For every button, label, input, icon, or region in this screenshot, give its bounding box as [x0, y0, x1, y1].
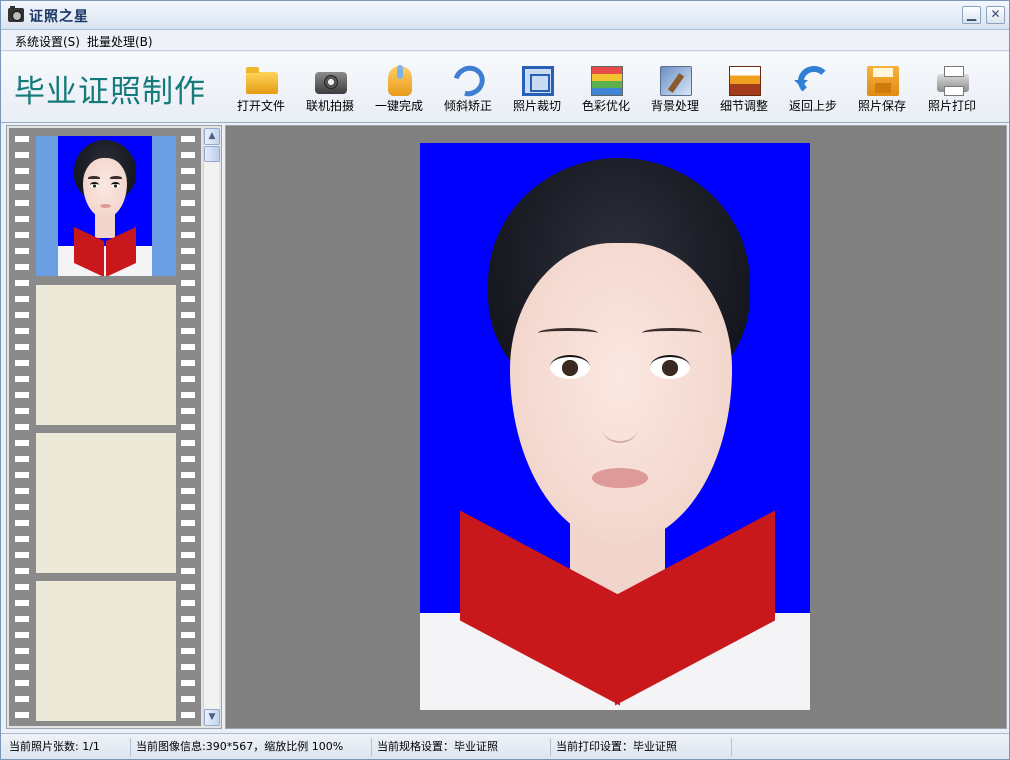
- lips: [592, 468, 648, 488]
- toolbar: 毕业证照制作 打开文件 联机拍摄 一键完成 倾斜矫正 照片裁切 色彩优化 背景处…: [1, 52, 1009, 123]
- histogram-icon: [729, 66, 761, 96]
- tool-label: 返回上步: [788, 99, 837, 113]
- save-photo-button[interactable]: 照片保存: [851, 64, 913, 114]
- status-spec-setting: 当前规格设置：毕业证照: [373, 738, 551, 756]
- tool-label: 联机拍摄: [305, 99, 354, 113]
- printer-icon: [937, 66, 969, 96]
- tool-label: 照片打印: [927, 99, 976, 113]
- minimize-button[interactable]: ▁: [962, 6, 981, 24]
- title-bar[interactable]: 证照之星 ▁ ✕: [1, 1, 1009, 30]
- status-image-info: 当前图像信息:390*567，缩放比例 100%: [132, 738, 372, 756]
- menu-system-settings[interactable]: 系统设置(S): [15, 33, 80, 50]
- scroll-up-button[interactable]: ▲: [204, 128, 220, 145]
- online-capture-button[interactable]: 联机拍摄: [299, 64, 361, 114]
- thumbnail-frame-selected[interactable]: [36, 136, 176, 276]
- tool-label: 背景处理: [650, 99, 699, 113]
- app-title: 毕业证照制作: [14, 74, 206, 110]
- photo-crop-button[interactable]: 照片裁切: [506, 64, 568, 114]
- tilt-correct-icon: [447, 60, 491, 102]
- menu-batch-processing[interactable]: 批量处理(B): [87, 33, 153, 50]
- thumbnail-photo: [58, 136, 152, 276]
- face: [510, 243, 732, 543]
- detail-adjust-button[interactable]: 细节调整: [713, 64, 775, 114]
- status-bar: 当前照片张数: 1/1 当前图像信息:390*567，缩放比例 100% 当前规…: [1, 733, 1009, 759]
- tool-label: 倾斜矫正: [443, 99, 492, 113]
- camera-icon: [315, 72, 347, 94]
- filmstrip-scrollbar[interactable]: ▲ ▼: [203, 128, 220, 726]
- open-file-button[interactable]: 打开文件: [230, 64, 292, 114]
- filmstrip-panel: ▲ ▼: [6, 125, 222, 729]
- menu-bar: 系统设置(S) 批量处理(B): [1, 30, 1009, 51]
- hand-pointer-icon: [388, 65, 412, 96]
- undo-button[interactable]: 返回上步: [782, 64, 844, 114]
- left-eye: [550, 355, 590, 379]
- thumbnail-frame-empty[interactable]: [36, 581, 176, 721]
- color-optimize-button[interactable]: 色彩优化: [575, 64, 637, 114]
- close-button[interactable]: ✕: [986, 6, 1005, 24]
- window-title: 证照之星: [29, 9, 89, 25]
- app-window: 证照之星 ▁ ✕ 系统设置(S) 批量处理(B) 毕业证照制作 打开文件 联机拍…: [0, 0, 1010, 760]
- folder-open-icon: [246, 67, 278, 94]
- status-print-setting: 当前打印设置：毕业证照: [552, 738, 732, 756]
- tool-label: 照片保存: [857, 99, 906, 113]
- background-process-button[interactable]: 背景处理: [644, 64, 706, 114]
- tool-label: 照片裁切: [512, 99, 561, 113]
- thumbnail-frame-empty[interactable]: [36, 433, 176, 573]
- nose: [602, 413, 638, 443]
- left-eyebrow: [538, 328, 598, 338]
- camera-app-icon: [8, 6, 24, 22]
- tilt-correction-button[interactable]: 倾斜矫正: [437, 60, 499, 114]
- photo-canvas: [225, 125, 1007, 729]
- right-eyebrow: [642, 328, 702, 338]
- save-disk-icon: [867, 66, 899, 96]
- right-eye: [650, 355, 690, 379]
- tool-label: 一键完成: [374, 99, 423, 113]
- crop-icon: [522, 66, 554, 96]
- color-optimize-icon: [591, 66, 623, 96]
- one-click-complete-button[interactable]: 一键完成: [368, 64, 430, 114]
- filmstrip: [9, 128, 201, 726]
- print-photo-button[interactable]: 照片打印: [921, 64, 983, 114]
- undo-icon: [794, 66, 830, 96]
- film-perforations-right: [181, 128, 195, 726]
- tool-label: 打开文件: [236, 99, 285, 113]
- background-brush-icon: [660, 66, 692, 96]
- thumbnail-frame-empty[interactable]: [36, 285, 176, 425]
- scroll-thumb[interactable]: [204, 146, 220, 162]
- tool-label: 色彩优化: [581, 99, 630, 113]
- tool-label: 细节调整: [719, 99, 768, 113]
- film-perforations-left: [15, 128, 29, 726]
- id-photo-preview[interactable]: [420, 143, 810, 710]
- scroll-down-button[interactable]: ▼: [204, 709, 220, 726]
- status-photo-count: 当前照片张数: 1/1: [5, 738, 131, 756]
